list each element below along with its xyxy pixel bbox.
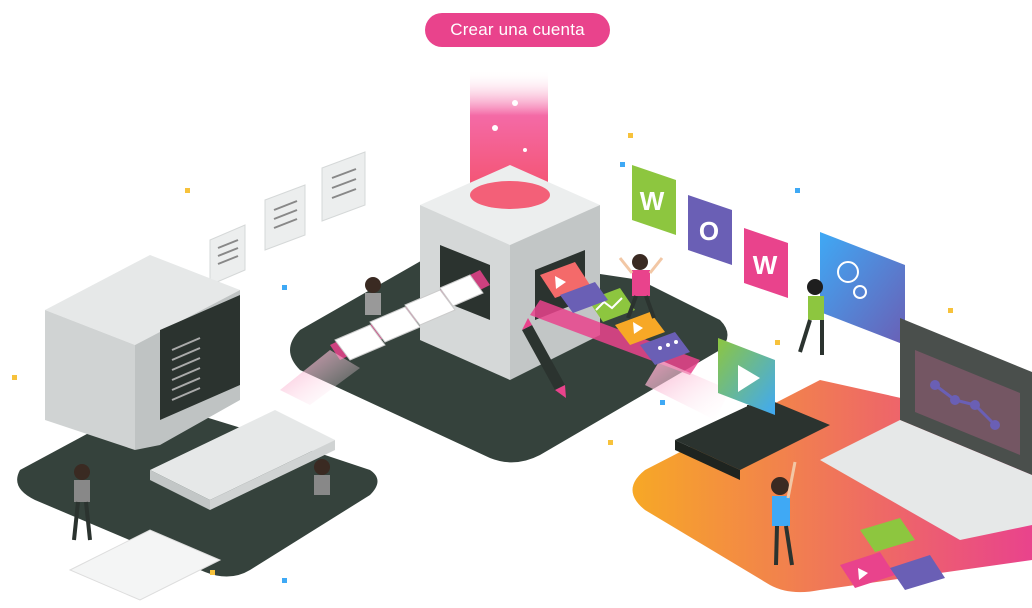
person-panel bbox=[798, 279, 824, 355]
svg-text:O: O bbox=[699, 216, 719, 246]
wow-tiles: W O W bbox=[632, 165, 788, 298]
touch-panel bbox=[820, 232, 905, 345]
svg-text:W: W bbox=[753, 250, 778, 280]
document-icon bbox=[209, 224, 246, 286]
svg-text:W: W bbox=[640, 186, 665, 216]
person-center-left bbox=[365, 277, 381, 315]
document-icon bbox=[264, 184, 306, 251]
person-sitting bbox=[314, 459, 330, 495]
person-left bbox=[72, 464, 92, 541]
document-icon bbox=[321, 151, 366, 222]
wow-tile-w1: W bbox=[632, 165, 676, 235]
wow-tile-w2: W bbox=[744, 228, 788, 298]
isometric-illustration: W O W bbox=[12, 70, 1032, 601]
wow-tile-o: O bbox=[688, 195, 732, 265]
floating-documents bbox=[209, 151, 366, 286]
